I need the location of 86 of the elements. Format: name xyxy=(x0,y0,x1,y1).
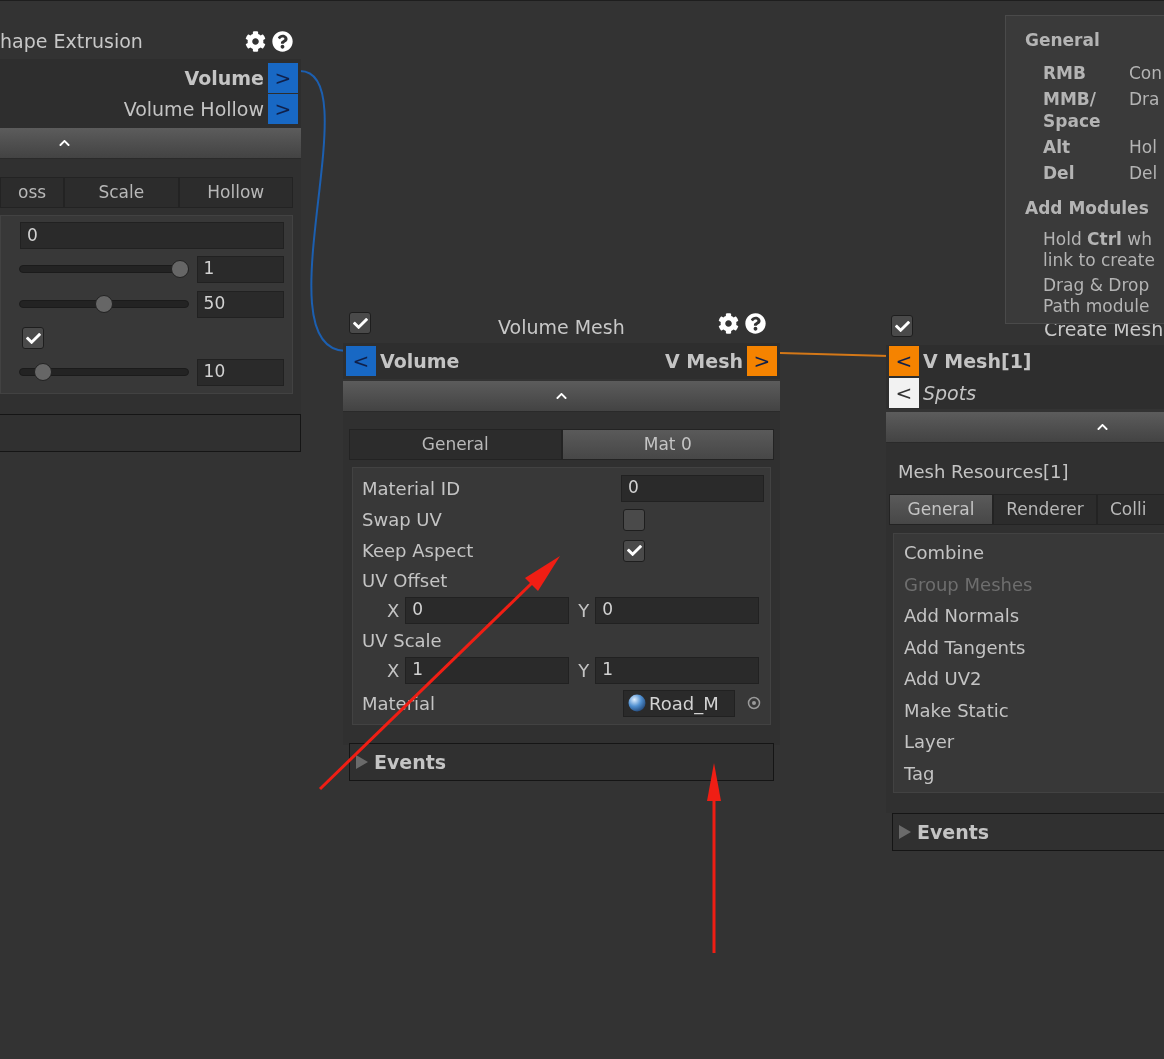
field-label: UV Offset xyxy=(362,568,448,593)
collapse-bar[interactable] xyxy=(343,381,780,412)
axis-label: Y xyxy=(578,658,590,683)
input-field[interactable]: 0 xyxy=(405,596,570,624)
slider-thumb[interactable] xyxy=(170,260,189,278)
input-field[interactable]: 1 xyxy=(405,656,570,684)
axis-label: X xyxy=(387,598,400,623)
field-label: UV Scale xyxy=(362,628,442,653)
port-label: Spots xyxy=(923,380,977,406)
field-label: Keep Aspect xyxy=(362,539,474,563)
slider[interactable] xyxy=(19,258,189,280)
port-button[interactable]: < xyxy=(889,346,919,376)
port-label: V Mesh[1] xyxy=(923,348,1032,374)
input-field[interactable]: 10 xyxy=(196,358,284,386)
input-field[interactable]: 0 xyxy=(595,596,760,624)
node-title: Volume Mesh xyxy=(498,315,625,340)
help-heading: Add Modules xyxy=(1025,196,1150,220)
input-field[interactable]: 50 xyxy=(196,290,284,318)
tab[interactable]: General xyxy=(349,429,562,460)
input-field[interactable]: 1 xyxy=(595,656,760,684)
triangle-right-icon xyxy=(899,825,911,839)
port-label: Volume Hollow xyxy=(123,96,264,122)
shortcut-description: Con xyxy=(1129,61,1163,84)
input-field[interactable]: 0 xyxy=(621,474,764,502)
shortcut-key: Alt xyxy=(1043,135,1129,158)
events-foldout[interactable]: Events xyxy=(892,813,1164,851)
field-label: Material ID xyxy=(362,476,460,501)
shortcut-description: Hol xyxy=(1129,135,1157,158)
checkbox[interactable] xyxy=(623,539,645,562)
input-field[interactable]: 1 xyxy=(196,255,284,283)
axis-label: X xyxy=(387,658,400,683)
option-label[interactable]: Tag xyxy=(904,759,935,787)
port-button[interactable]: > xyxy=(747,346,777,376)
check-icon xyxy=(25,330,41,346)
check-icon xyxy=(626,543,642,558)
option-label[interactable]: Layer xyxy=(904,728,955,756)
tab[interactable]: Renderer xyxy=(993,494,1097,525)
shortcut-key: Del xyxy=(1043,161,1129,184)
tab[interactable]: Mat 0 xyxy=(561,429,774,460)
tab[interactable]: Scale xyxy=(64,177,179,208)
object-field[interactable]: Road_M xyxy=(623,689,735,717)
check-icon xyxy=(894,318,910,334)
slider[interactable] xyxy=(19,293,189,315)
option-label[interactable]: Make Static xyxy=(904,696,1009,724)
events-foldout[interactable]: Events xyxy=(349,743,774,781)
help-text: Hold Ctrl wh link to create xyxy=(1043,229,1156,271)
axis-label: Y xyxy=(578,598,590,623)
help-icon[interactable] xyxy=(745,312,766,334)
port-label: V Mesh xyxy=(665,348,743,374)
help-text: Drag & Drop Path module xyxy=(1043,275,1151,317)
slider-thumb[interactable] xyxy=(34,363,53,381)
port-label: Volume xyxy=(184,65,264,91)
help-icon[interactable] xyxy=(272,30,293,52)
shortcut-key: RMB xyxy=(1043,61,1129,84)
shortcut-description: Dra xyxy=(1129,87,1160,110)
checkbox[interactable] xyxy=(623,508,645,531)
section-title: Mesh Resources[1] xyxy=(898,459,1069,484)
check-icon xyxy=(352,315,368,331)
tab[interactable]: Hollow xyxy=(178,177,293,208)
tab[interactable]: General xyxy=(889,494,993,525)
shortcut-description: Del xyxy=(1129,161,1158,184)
checkbox[interactable] xyxy=(22,327,44,349)
collapse-bar[interactable] xyxy=(886,412,1164,443)
port-label: Volume xyxy=(380,348,460,374)
collapse-bar[interactable] xyxy=(0,128,301,159)
option-label[interactable]: Add UV2 xyxy=(904,665,982,693)
checkbox[interactable] xyxy=(891,315,913,337)
option-label[interactable]: Combine xyxy=(904,539,985,567)
tab[interactable]: oss xyxy=(0,177,65,208)
input-field[interactable]: 0 xyxy=(20,222,284,249)
slider-thumb[interactable] xyxy=(94,295,113,313)
triangle-right-icon xyxy=(356,755,368,769)
field-label: Swap UV xyxy=(362,508,442,532)
sphere-icon xyxy=(628,694,646,712)
option-label[interactable]: Add Normals xyxy=(904,602,1020,630)
settings-icon[interactable] xyxy=(245,30,266,52)
option-label[interactable]: Add Tangents xyxy=(904,633,1026,661)
settings-icon[interactable] xyxy=(718,312,739,334)
node-title: hape Extrusion xyxy=(0,28,143,54)
port-button[interactable]: < xyxy=(889,378,919,408)
checkbox[interactable] xyxy=(349,312,371,334)
help-heading: General xyxy=(1025,29,1101,52)
picker-icon[interactable] xyxy=(747,696,761,710)
tab[interactable]: Colli xyxy=(1097,494,1164,525)
shortcut-key: MMB/ Space xyxy=(1043,87,1129,132)
slider[interactable] xyxy=(19,361,189,383)
